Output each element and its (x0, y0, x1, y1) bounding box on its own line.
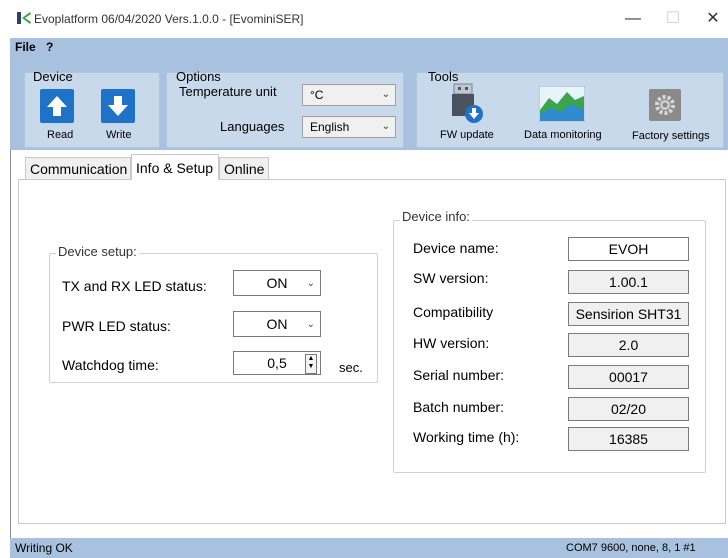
tx-rx-led-value: ON (266, 275, 288, 291)
tx-rx-led-label: TX and RX LED status: (62, 278, 207, 294)
chevron-down-icon: ⌄ (306, 319, 315, 330)
spin-arrows-icon[interactable]: ▲ ▼ (305, 354, 317, 374)
arrow-down-icon (108, 96, 128, 116)
factory-settings-label: Factory settings (632, 130, 710, 142)
languages-value: English (310, 120, 350, 134)
languages-select[interactable]: English ⌄ (302, 116, 396, 138)
options-group-title: Options (176, 69, 221, 84)
hw-version-label: HW version: (413, 335, 490, 351)
window-title: Evoplatform 06/04/2020 Vers.1.0.0 - [Evo… (34, 12, 304, 26)
maximize-button[interactable]: ☐ (658, 8, 688, 30)
gear-icon (649, 89, 681, 121)
temperature-unit-select[interactable]: °C ⌄ (302, 84, 396, 106)
languages-label: Languages (220, 119, 285, 134)
status-message: Writing OK (15, 541, 73, 555)
compatibility-value: Sensirion SHT31 (568, 302, 689, 326)
watchdog-stepper[interactable]: 0,5 ▲ ▼ (233, 351, 321, 375)
sw-version-label: SW version: (413, 270, 489, 286)
data-monitoring-label: Data monitoring (524, 129, 602, 141)
read-button[interactable] (40, 89, 74, 123)
menu-file[interactable]: File (15, 40, 36, 54)
write-label: Write (106, 129, 132, 141)
tab-info-setup[interactable]: Info & Setup (131, 154, 219, 180)
temperature-unit-label: Temperature unit (179, 84, 277, 99)
batch-number-label: Batch number: (413, 399, 505, 415)
device-info-legend: Device info: (400, 209, 472, 224)
data-monitoring-button[interactable] (538, 85, 586, 123)
factory-settings-button[interactable] (649, 89, 681, 121)
chevron-down-icon: ⌄ (306, 278, 315, 289)
temperature-unit-value: °C (310, 88, 324, 102)
tab-communication[interactable]: Communication (25, 157, 131, 179)
pwr-led-value: ON (266, 316, 288, 332)
read-label: Read (47, 129, 74, 141)
device-group-title: Device (33, 69, 73, 84)
menu-bar (10, 38, 728, 58)
write-button[interactable] (101, 89, 135, 123)
working-time-label: Working time (h): (413, 429, 520, 445)
tab-online[interactable]: Online (219, 157, 269, 179)
serial-number-label: Serial number: (413, 367, 505, 383)
working-time-value: 16385 (568, 427, 689, 451)
fw-update-button[interactable] (448, 82, 488, 126)
menu-help[interactable]: ? (46, 40, 53, 54)
sw-version-value: 1.00.1 (568, 270, 689, 294)
batch-number-value: 02/20 (568, 397, 689, 421)
tx-rx-led-select[interactable]: ON ⌄ (233, 270, 321, 296)
watchdog-label: Watchdog time: (62, 357, 159, 373)
serial-number-value: 00017 (568, 365, 689, 389)
arrow-up-icon (47, 96, 67, 116)
usb-download-icon (452, 83, 483, 123)
watchdog-unit: sec. (339, 360, 363, 375)
minimize-button[interactable]: — (618, 8, 648, 30)
connection-status: COM7 9600, none, 8, 1 #1 (566, 542, 696, 554)
chart-icon (538, 85, 586, 123)
device-name-field[interactable]: EVOH (568, 237, 689, 261)
pwr-led-select[interactable]: ON ⌄ (233, 311, 321, 337)
device-setup-legend: Device setup: (56, 244, 139, 259)
hw-version-value: 2.0 (568, 333, 689, 357)
fw-update-label: FW update (440, 129, 494, 141)
compatibility-label: Compatibility (413, 304, 494, 320)
close-button[interactable]: ✕ (698, 8, 728, 30)
watchdog-value: 0,5 (267, 355, 287, 371)
pwr-led-label: PWR LED status: (62, 318, 171, 334)
device-name-label: Device name: (413, 240, 499, 256)
chevron-down-icon: ⌄ (381, 121, 390, 132)
chevron-down-icon: ⌄ (381, 89, 390, 100)
app-logo-icon (17, 12, 31, 24)
